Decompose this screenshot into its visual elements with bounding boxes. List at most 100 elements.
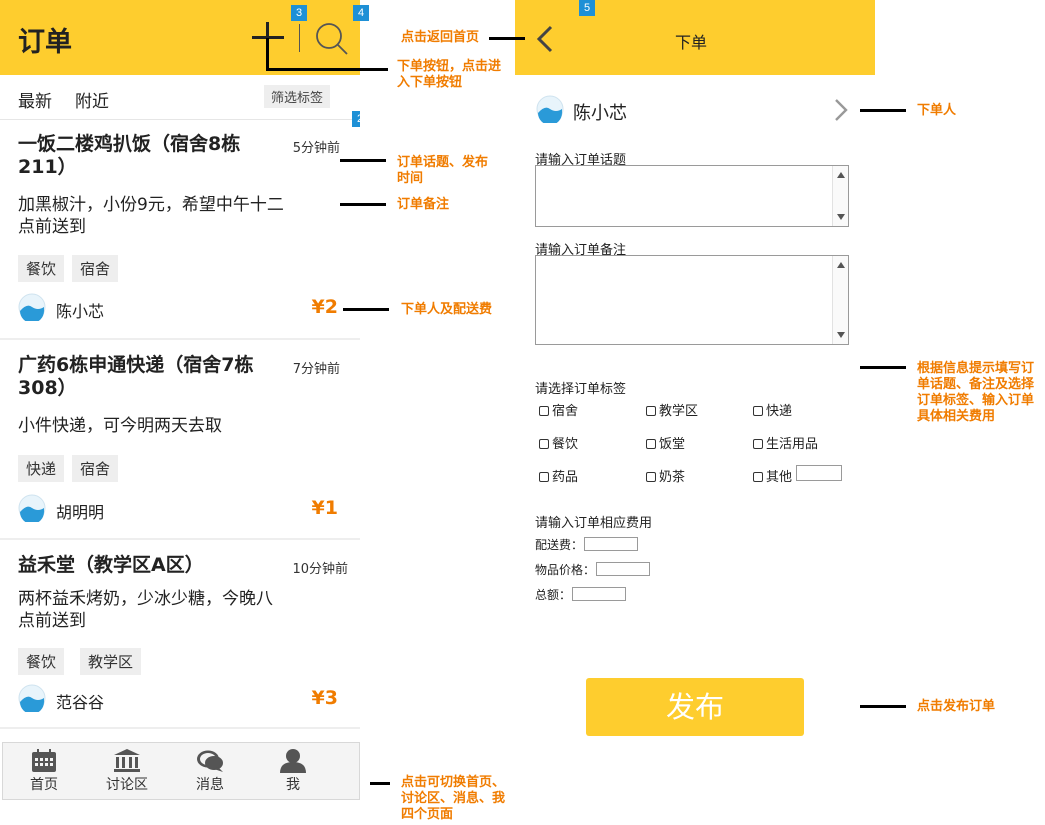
order-time: 10分钟前 bbox=[292, 562, 348, 577]
annotation-line bbox=[343, 308, 389, 311]
nav-label: 首页 bbox=[30, 777, 58, 793]
checkbox-label: 餐饮 bbox=[552, 437, 579, 452]
tag-checkbox-teaching[interactable]: 教学区 bbox=[646, 400, 698, 419]
annotation-fill-info: 根据信息提示填写订单话题、备注及选择订单标签、输入订单具体相关费用 bbox=[917, 361, 1035, 424]
order-fee: ¥3 bbox=[311, 687, 338, 709]
order-fee: ¥2 bbox=[311, 296, 338, 318]
orderer-name: 陈小芯 bbox=[573, 103, 627, 124]
nav-discussion[interactable]: 讨论区 bbox=[97, 749, 157, 794]
order-tag: 宿舍 bbox=[72, 255, 119, 282]
order-tag: 教学区 bbox=[80, 648, 142, 675]
checkbox-label: 教学区 bbox=[659, 404, 699, 419]
annotation-line bbox=[860, 109, 906, 112]
order-tag: 快递 bbox=[18, 455, 65, 482]
checkbox[interactable] bbox=[539, 439, 549, 449]
order-tag: 餐饮 bbox=[18, 648, 65, 675]
header-divider bbox=[299, 24, 300, 52]
scrollbar[interactable] bbox=[832, 256, 848, 344]
annotation-back-home: 点击返回首页 bbox=[401, 30, 480, 45]
tag-checkbox-dorm[interactable]: 宿舍 bbox=[539, 400, 578, 419]
tag-checkbox-food[interactable]: 餐饮 bbox=[539, 433, 578, 452]
order-time: 5分钟前 bbox=[292, 141, 340, 156]
order-title: 广药6栋申通快递（宿舍7栋308） bbox=[18, 354, 254, 399]
annotation-line bbox=[489, 37, 525, 40]
fee-section-label: 请输入订单相应费用 bbox=[535, 516, 653, 531]
order-title: 一饭二楼鸡扒饭（宿舍8栋211） bbox=[18, 133, 241, 178]
checkbox[interactable] bbox=[753, 439, 763, 449]
checkbox[interactable] bbox=[539, 472, 549, 482]
delivery-fee-label: 配送费： bbox=[535, 538, 584, 552]
nav-me[interactable]: 我 bbox=[263, 749, 323, 794]
tag-checkbox-milktea[interactable]: 奶茶 bbox=[646, 466, 685, 485]
checkbox[interactable] bbox=[539, 406, 549, 416]
delivery-fee-input[interactable] bbox=[584, 537, 638, 551]
order-title: 益禾堂（教学区A区） bbox=[18, 554, 204, 576]
annotation-order-note: 订单备注 bbox=[397, 197, 450, 212]
annotation-order-button: 下单按钮，点击进入下单按钮 bbox=[397, 59, 502, 90]
order-time: 7分钟前 bbox=[292, 362, 340, 377]
order-tag: 宿舍 bbox=[72, 455, 119, 482]
annotation-topic-time: 订单话题、发布时间 bbox=[397, 155, 489, 186]
order-card[interactable]: 广药6栋申通快递（宿舍7栋308） 7分钟前 小件快递，可今明两天去取 快递 宿… bbox=[0, 342, 360, 540]
checkbox[interactable] bbox=[753, 472, 763, 482]
order-card[interactable]: 益禾堂（教学区A区） 10分钟前 两杯益禾烤奶，少冰少糖，今晚八点前送到 餐饮 … bbox=[0, 542, 360, 729]
checkbox[interactable] bbox=[753, 406, 763, 416]
checkbox[interactable] bbox=[646, 406, 656, 416]
total-label: 总额： bbox=[535, 588, 572, 602]
annotation-switch-pages: 点击可切换首页、讨论区、消息、我四个页面 bbox=[401, 775, 506, 822]
topic-textarea[interactable] bbox=[535, 165, 849, 227]
order-user: 陈小芯 bbox=[56, 302, 105, 321]
bottom-nav: 首页 讨论区 消息 我 bbox=[2, 742, 360, 800]
order-tag: 餐饮 bbox=[18, 255, 65, 282]
search-icon[interactable] bbox=[313, 20, 349, 56]
avatar-icon bbox=[18, 293, 46, 321]
item-price-input[interactable] bbox=[596, 562, 650, 576]
nav-messages[interactable]: 消息 bbox=[180, 749, 240, 794]
bank-icon bbox=[114, 749, 140, 772]
nav-label: 我 bbox=[286, 777, 300, 793]
checkbox[interactable] bbox=[646, 439, 656, 449]
nav-label: 消息 bbox=[196, 777, 224, 793]
badge-search: 4 bbox=[353, 5, 369, 21]
annotation-orderer: 下单人 bbox=[917, 103, 957, 118]
other-tag-input[interactable] bbox=[796, 465, 842, 481]
checkbox-label: 宿舍 bbox=[552, 404, 579, 419]
annotation-line bbox=[860, 705, 906, 708]
tag-checkbox-other[interactable]: 其他 bbox=[753, 466, 792, 485]
annotation-line bbox=[266, 38, 269, 71]
order-list-header: 订单 3 bbox=[0, 0, 360, 75]
chevron-right-icon[interactable] bbox=[831, 97, 851, 123]
order-card[interactable]: 一饭二楼鸡扒饭（宿舍8栋211） 5分钟前 加黑椒汁，小份9元，希望中午十二点前… bbox=[0, 121, 360, 340]
checkbox-label: 药品 bbox=[552, 470, 579, 485]
tag-checkbox-canteen[interactable]: 饭堂 bbox=[646, 433, 685, 452]
order-note: 两杯益禾烤奶，少冰少糖，今晚八点前送到 bbox=[18, 589, 273, 631]
total-input[interactable] bbox=[572, 587, 626, 601]
avatar-icon bbox=[18, 684, 46, 712]
avatar-icon bbox=[18, 494, 46, 522]
nav-home[interactable]: 首页 bbox=[14, 749, 74, 794]
order-list-screen: 订单 3 最新 附近 筛选标签 2 一饭二楼鸡扒饭（宿舍8栋211） 5分钟前 … bbox=[0, 0, 360, 825]
publish-button[interactable]: 发布 bbox=[586, 678, 804, 736]
place-order-screen: 5 下单 陈小芯 请输入订单话题 请输入订单备注 请选择订单标签 宿舍 教学区 … bbox=[515, 0, 875, 825]
checkbox-label: 生活用品 bbox=[766, 437, 819, 452]
tag-checkbox-daily[interactable]: 生活用品 bbox=[753, 433, 818, 452]
filter-tags-button[interactable]: 筛选标签 bbox=[264, 85, 331, 108]
nav-label: 讨论区 bbox=[106, 777, 148, 793]
tab-latest[interactable]: 最新 bbox=[18, 87, 52, 112]
order-user: 胡明明 bbox=[56, 503, 105, 522]
tab-nearby[interactable]: 附近 bbox=[75, 87, 109, 112]
person-icon bbox=[280, 749, 306, 773]
tag-checkbox-express[interactable]: 快递 bbox=[753, 400, 792, 419]
order-user: 范谷谷 bbox=[56, 693, 105, 712]
order-fee: ¥1 bbox=[311, 497, 338, 519]
checkbox[interactable] bbox=[646, 472, 656, 482]
scrollbar[interactable] bbox=[832, 166, 848, 226]
note-textarea[interactable] bbox=[535, 255, 849, 345]
calendar-icon bbox=[32, 749, 56, 772]
annotation-line bbox=[340, 203, 386, 206]
annotation-line bbox=[860, 366, 906, 369]
checkbox-label: 饭堂 bbox=[659, 437, 686, 452]
tag-checkbox-medicine[interactable]: 药品 bbox=[539, 466, 578, 485]
checkbox-label: 其他 bbox=[766, 470, 793, 485]
avatar-icon bbox=[536, 95, 564, 123]
